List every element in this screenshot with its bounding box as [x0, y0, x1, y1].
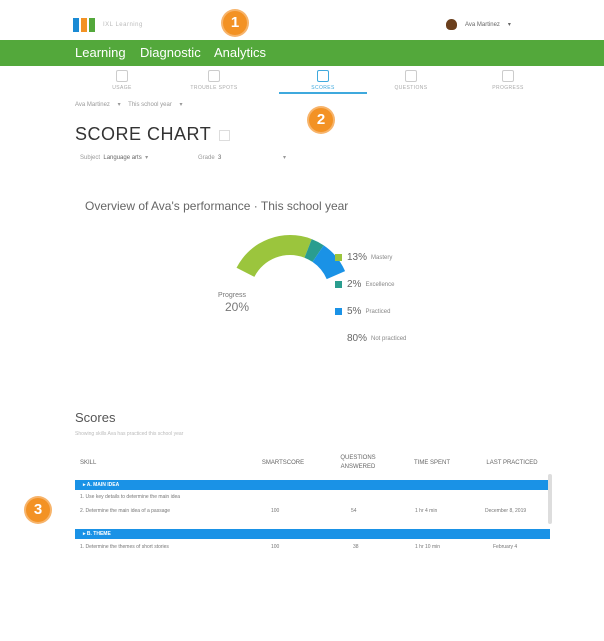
page-title-text: SCORE CHART	[75, 124, 212, 144]
legend-swatch	[335, 254, 342, 261]
legend-pct: 13%	[347, 252, 368, 263]
tab-label: SCORES	[311, 85, 335, 91]
subject-value: Language arts	[103, 155, 142, 161]
active-tab-underline	[279, 92, 367, 94]
legend-mastery: 13% Mastery	[335, 252, 392, 263]
questions-value: 38	[353, 544, 359, 550]
chevron-down-icon: ▾	[507, 22, 511, 28]
category-label: ▸ B. THEME	[83, 531, 111, 537]
nav-analytics[interactable]: Analytics	[214, 45, 266, 60]
print-icon[interactable]	[219, 129, 231, 141]
skill-name[interactable]: 1. Use key details to determine the main…	[80, 492, 180, 503]
tab-questions[interactable]: QUESTIONS	[373, 70, 449, 91]
progress-label: Progress	[218, 292, 247, 299]
legend-label: Not practiced	[371, 335, 407, 342]
donut-slice-excellence	[304, 239, 324, 262]
scores-icon	[317, 70, 329, 82]
overview-title: Overview of Ava's performance · This sch…	[85, 199, 349, 213]
scores-subtext: Showing skills Ava has practiced this sc…	[75, 431, 184, 437]
legend-swatch	[335, 281, 342, 288]
trouble-spots-icon	[208, 70, 220, 82]
chevron-down-icon: ▾	[145, 155, 149, 161]
category-row[interactable]: ▸ A. MAIN IDEA	[75, 480, 550, 490]
logo-mark	[73, 18, 95, 32]
questions-icon	[405, 70, 417, 82]
logo-tagline: IXL Learning	[103, 22, 143, 28]
main-nav: Learning Diagnostic Analytics	[0, 40, 604, 66]
avatar-icon	[446, 19, 457, 30]
table-row[interactable]: 1. Determine the themes of short stories…	[75, 542, 545, 553]
donut-slice-mastery	[236, 235, 312, 277]
skill-name[interactable]: 2. Determine the main idea of a passage	[80, 506, 170, 517]
subject-select[interactable]: Subject Language arts ▾	[80, 154, 148, 161]
tab-usage[interactable]: USAGE	[84, 70, 160, 91]
table-scrollbar[interactable]	[548, 474, 552, 524]
page-title: SCORE CHART	[75, 124, 231, 145]
table-header: SKILL SMARTSCORE QUESTIONS ANSWERED TIME…	[75, 452, 555, 474]
chevron-down-icon[interactable]: ▾	[180, 102, 183, 108]
grade-value: 3	[218, 155, 222, 161]
breadcrumb-student[interactable]: Ava Martinez	[75, 102, 110, 108]
grade-label: Grade	[198, 155, 215, 161]
chevron-down-icon: ▾	[283, 155, 287, 161]
time-value: 1 hr 4 min	[415, 508, 438, 514]
nav-learning[interactable]: Learning	[75, 45, 126, 60]
callout-badge-1: 1	[223, 11, 247, 35]
skill-name[interactable]: 1. Determine the themes of short stories	[80, 542, 169, 553]
grade-select[interactable]: Grade 3 ▾	[198, 154, 286, 161]
callout-badge-3: 3	[26, 498, 50, 522]
last-practiced-value: February 4	[493, 544, 518, 550]
tab-progress[interactable]: PROGRESS	[470, 70, 546, 91]
category-row[interactable]: ▸ B. THEME	[75, 529, 550, 539]
top-bar: IXL Learning Ava Martinez ▾	[0, 0, 604, 40]
user-name: Ava Martinez	[465, 21, 500, 28]
tab-scores[interactable]: SCORES	[285, 70, 361, 91]
legend-pct: 5%	[347, 306, 362, 317]
tab-label: QUESTIONS	[394, 85, 428, 91]
legend-excellence: 2% Excellence	[335, 279, 394, 290]
user-menu[interactable]: Ava Martinez ▾	[446, 19, 511, 30]
legend-pct: 80%	[347, 333, 368, 344]
col-smartscore[interactable]: SMARTSCORE	[258, 460, 308, 466]
usage-icon	[116, 70, 128, 82]
table-row[interactable]: 1. Use key details to determine the main…	[75, 492, 545, 503]
logo-bar-blue	[73, 18, 79, 32]
tab-label: TROUBLE SPOTS	[190, 85, 238, 91]
tab-label: PROGRESS	[492, 85, 524, 91]
tab-label: USAGE	[112, 85, 132, 91]
legend-pct: 2%	[347, 279, 362, 290]
legend-not-practiced: 80% Not practiced	[347, 333, 406, 344]
breadcrumb-period[interactable]: This school year	[128, 102, 172, 108]
logo-bar-green	[89, 18, 95, 32]
logo-bar-orange	[81, 18, 87, 32]
progress-value: 20%	[225, 300, 250, 314]
legend-swatch	[335, 308, 342, 315]
legend-label: Practiced	[365, 308, 391, 315]
col-skill[interactable]: SKILL	[80, 460, 96, 466]
col-questions[interactable]: QUESTIONS ANSWERED	[333, 454, 383, 472]
legend-label: Mastery	[371, 254, 393, 261]
scores-heading: Scores	[75, 410, 116, 425]
table-row[interactable]: 2. Determine the main idea of a passage …	[75, 506, 545, 517]
chevron-down-icon[interactable]: ▾	[118, 102, 121, 108]
subject-label: Subject	[80, 155, 101, 161]
smartscore-value: 100	[271, 508, 280, 514]
tab-trouble-spots[interactable]: TROUBLE SPOTS	[176, 70, 252, 91]
ixl-logo[interactable]: IXL Learning	[73, 18, 143, 32]
legend-practiced: 5% Practiced	[335, 306, 390, 317]
progress-icon	[502, 70, 514, 82]
breadcrumb: Ava Martinez ▾ This school year ▾	[75, 101, 189, 108]
time-value: 1 hr 10 min	[415, 544, 441, 550]
scores-table: SKILL SMARTSCORE QUESTIONS ANSWERED TIME…	[75, 452, 555, 555]
last-practiced-value: December 8, 2019	[485, 508, 527, 514]
category-label: ▸ A. MAIN IDEA	[83, 482, 120, 488]
col-time[interactable]: TIME SPENT	[407, 460, 457, 466]
legend-label: Excellence	[365, 281, 395, 288]
callout-badge-2: 2	[309, 108, 333, 132]
nav-diagnostic[interactable]: Diagnostic	[140, 45, 201, 60]
smartscore-value: 100	[271, 544, 280, 550]
col-last-practiced[interactable]: LAST PRACTICED	[481, 460, 543, 466]
questions-value: 54	[351, 508, 357, 514]
